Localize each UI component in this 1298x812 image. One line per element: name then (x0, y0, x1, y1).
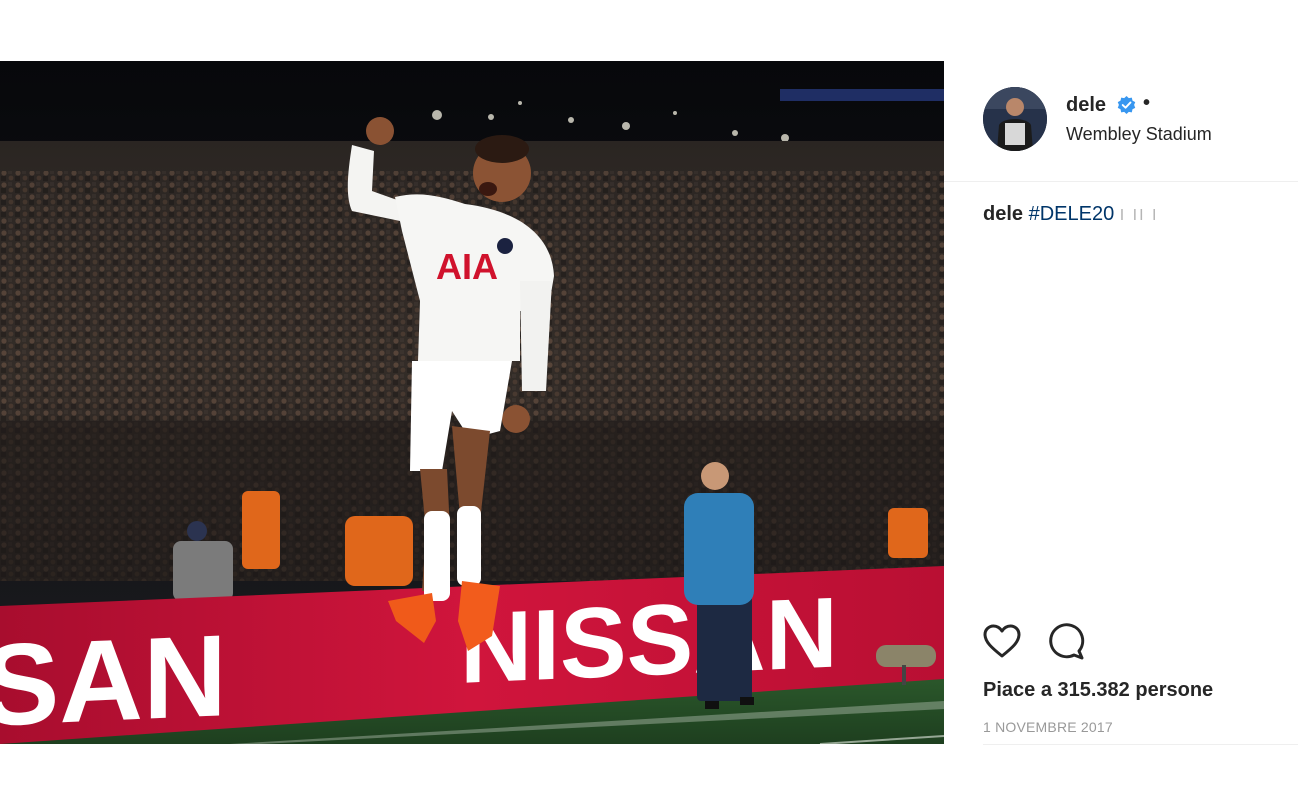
shirt-sponsor-text: AIA (436, 246, 498, 287)
post-username[interactable]: dele (1066, 94, 1106, 117)
separator-dot: • (1143, 92, 1151, 114)
caption-username[interactable]: dele (983, 203, 1023, 225)
comment-icon[interactable] (1046, 622, 1086, 662)
caption-marks: I II I (1119, 207, 1159, 224)
post-caption: dele #DELE20 I II I (983, 203, 1158, 226)
post-photo-scene: SAN NISSAN AIA (0, 61, 944, 744)
post-photo[interactable]: SAN NISSAN AIA (0, 61, 944, 744)
avatar-image (983, 87, 1047, 151)
post-actions: Piace a 315.382 persone 1 NOVEMBRE 2017 (944, 617, 1298, 745)
divider (983, 744, 1298, 745)
post-location[interactable]: Wembley Stadium (1066, 124, 1212, 145)
post-header: dele • Wembley Stadium (944, 61, 1298, 182)
ad-board-text-left: SAN (0, 610, 227, 744)
avatar[interactable] (983, 87, 1047, 151)
post-side-panel: dele • Wembley Stadium dele #DELE20 I II… (944, 61, 1298, 745)
post-date[interactable]: 1 NOVEMBRE 2017 (983, 719, 1113, 735)
caption-hashtag[interactable]: #DELE20 (1029, 203, 1115, 225)
verified-badge-icon (1117, 96, 1136, 114)
likes-count[interactable]: Piace a 315.382 persone (983, 679, 1213, 702)
ad-board-text-right: NISSAN (460, 576, 838, 704)
heart-icon[interactable] (982, 622, 1022, 662)
